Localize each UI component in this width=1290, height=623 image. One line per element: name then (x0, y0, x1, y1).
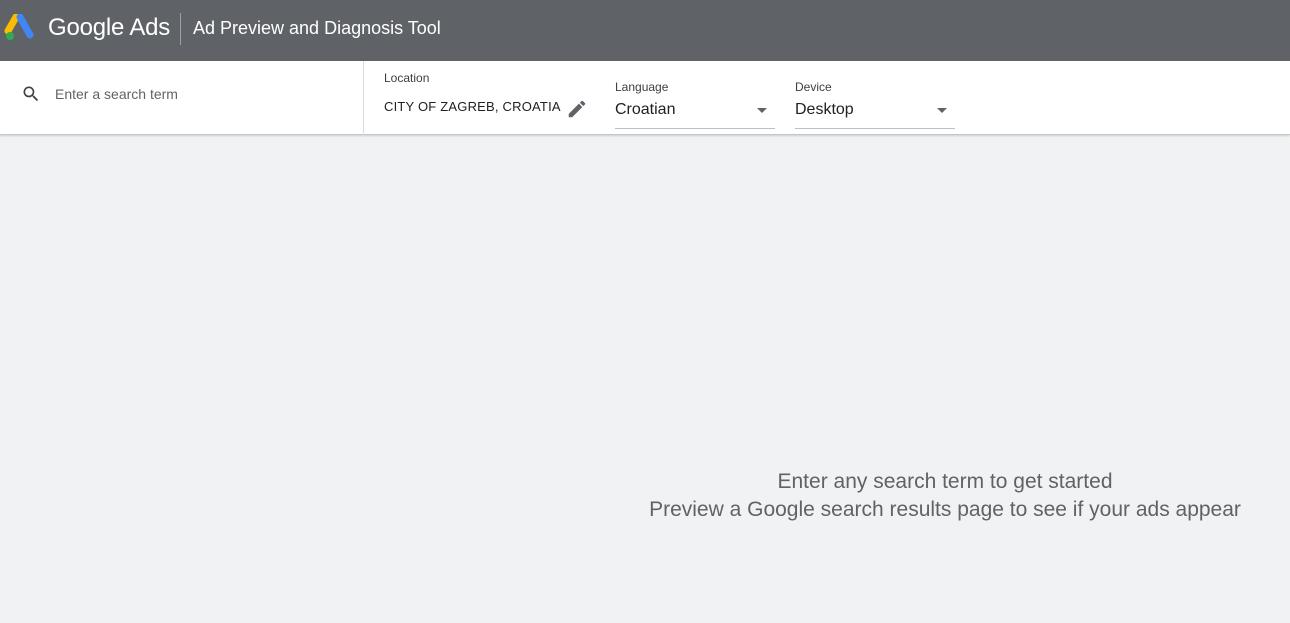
google-ads-logo-icon[interactable] (4, 14, 36, 42)
device-select[interactable]: Device Desktop (795, 79, 955, 129)
empty-state-subtitle: Preview a Google search results page to … (649, 498, 1241, 521)
search-input[interactable] (55, 82, 345, 106)
preview-toolbar: Location CITY OF ZAGREB, CROATIA Languag… (0, 61, 1290, 135)
location-field: Location CITY OF ZAGREB, CROATIA (384, 71, 594, 125)
location-label: Location (384, 71, 430, 85)
brand-name[interactable]: Google Ads (48, 14, 170, 42)
app-bar: Google Ads Ad Preview and Diagnosis Tool (0, 0, 1290, 61)
page-title: Ad Preview and Diagnosis Tool (193, 18, 441, 38)
device-value: Desktop (795, 101, 854, 118)
dropdown-arrow-icon (757, 108, 767, 113)
device-label: Device (795, 80, 832, 94)
header-divider (180, 13, 181, 45)
language-select[interactable]: Language Croatian (615, 79, 775, 129)
empty-state-title: Enter any search term to get started (777, 470, 1113, 493)
search-area (0, 61, 364, 135)
search-icon (23, 86, 39, 102)
location-value: CITY OF ZAGREB, CROATIA (384, 99, 561, 114)
language-value: Croatian (615, 101, 676, 118)
dropdown-arrow-icon (937, 108, 947, 113)
edit-pencil-icon[interactable] (566, 98, 588, 120)
language-label: Language (615, 80, 669, 94)
